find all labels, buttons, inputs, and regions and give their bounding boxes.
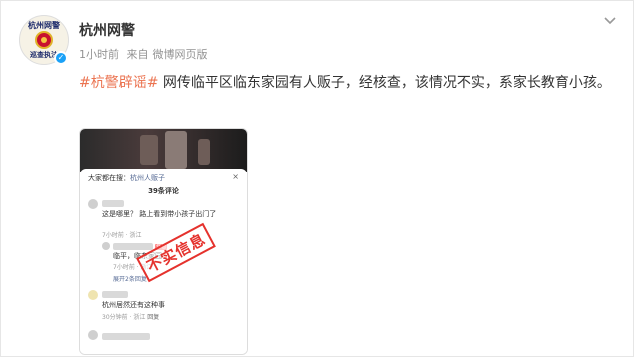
post-source: 微博网页版 — [152, 48, 208, 61]
comment-count: 39条评论 — [148, 187, 179, 195]
attached-image[interactable]: 大家都在搜：杭州人贩子 × 39条评论 这是哪里？ 路上看到带小孩子出门了 7小… — [79, 128, 248, 355]
hashtag-link[interactable]: #杭警辟谣# — [79, 75, 158, 91]
commenter-name — [102, 199, 124, 208]
close-icon: × — [232, 172, 239, 181]
comment-meta: 30分钟前 · 浙江 回复 — [102, 314, 160, 321]
post-time[interactable]: 1小时前 — [79, 48, 119, 61]
police-emblem-icon — [35, 31, 53, 49]
author-name[interactable]: 杭州网警 — [79, 20, 135, 40]
post-meta: 1小时前 来自 微博网页版 — [79, 46, 212, 62]
commenter-avatar — [88, 330, 98, 340]
comment-sheet: 大家都在搜：杭州人贩子 × 39条评论 这是哪里？ 路上看到带小孩子出门了 7小… — [80, 169, 247, 354]
video-frame — [80, 129, 247, 172]
commenter-name — [102, 290, 128, 299]
comment-text: 这是哪里？ 路上看到带小孩子出门了 — [102, 210, 217, 218]
search-hint: 大家都在搜：杭州人贩子 — [88, 174, 165, 182]
fake-info-stamp: 不实信息 — [136, 222, 216, 283]
commenter-avatar — [88, 290, 98, 300]
post-body: 网传临平区临东家园有人贩子，经核查，该情况不实，系家长教育小孩。 — [158, 75, 611, 91]
weibo-post-card: 杭州网警 巡查执法 ✓ 杭州网警 1小时前 来自 微博网页版 #杭警辟谣# 网传临… — [0, 0, 634, 357]
search-query: 杭州人贩子 — [130, 174, 165, 182]
comment-meta: 7小时前 · 浙江 — [102, 232, 142, 239]
avatar-text-top: 杭州网警 — [28, 20, 60, 30]
commenter-avatar — [102, 242, 110, 250]
chevron-down-icon[interactable] — [603, 14, 617, 28]
verified-badge-icon: ✓ — [54, 51, 68, 65]
post-text: #杭警辟谣# 网传临平区临东家园有人贩子，经核查，该情况不实，系家长教育小孩。 — [79, 72, 619, 94]
commenter-name — [102, 332, 150, 341]
source-prefix: 来自 — [126, 48, 149, 61]
expand-replies: 展开2条回复 — [113, 276, 147, 283]
commenter-avatar — [88, 199, 98, 209]
comment-text: 杭州居然还有这种事 — [102, 301, 165, 309]
